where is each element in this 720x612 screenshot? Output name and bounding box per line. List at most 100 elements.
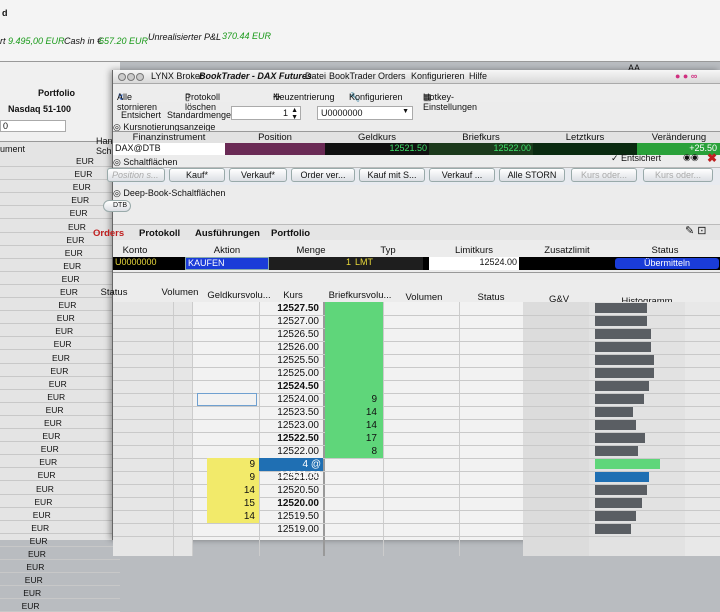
selected-cell[interactable] [197, 393, 257, 406]
bg-list-row[interactable] [0, 586, 120, 600]
buy-button[interactable]: Kauf* [169, 168, 225, 182]
price-cell[interactable]: 12523.50 [259, 407, 319, 418]
bg-currency-cell: EUR [52, 352, 70, 363]
bg-list-row[interactable] [0, 534, 120, 547]
quote-header-ask: Briefkurs [462, 132, 500, 143]
cash-value: 657.20 EUR [99, 36, 149, 46]
ask-volume-value: 14 [365, 407, 377, 418]
price-cell[interactable]: 12519.00 [259, 524, 319, 535]
sell-with-stop-button[interactable]: Verkauf ... [429, 168, 495, 182]
bg-currency-cell: EUR [69, 208, 88, 219]
buy-with-stop-button[interactable]: Kauf mit S... [359, 168, 425, 182]
bg-list-row[interactable] [0, 442, 120, 456]
default-qty-input[interactable]: 1 ▲ ▼ [231, 106, 301, 121]
window-controls[interactable] [117, 72, 147, 84]
price-cell[interactable]: 12520.00 [259, 498, 319, 509]
bg-list-row[interactable] [0, 547, 120, 560]
bg-nasdaq-label: Nasdaq 51-100 [8, 104, 72, 114]
price-or-button-2[interactable]: Kurs oder... [643, 168, 713, 182]
histogram-bar [595, 342, 651, 352]
bg-portfolio-tab[interactable]: Portfolio [38, 88, 75, 98]
tab-portfolio[interactable]: Portfolio [271, 228, 310, 239]
tab-protokoll[interactable]: Protokoll [139, 228, 180, 239]
bg-list-row[interactable] [0, 521, 120, 534]
price-cell[interactable]: 12522.00 [259, 446, 319, 457]
menu-hilfe[interactable]: Hilfe [469, 71, 487, 81]
pnl-label: Unrealisierter P&L [148, 32, 222, 42]
price-cell[interactable]: 12527.00 [259, 316, 319, 327]
price-cell[interactable]: 12524.50 [259, 381, 319, 392]
bg-list-row[interactable] [0, 259, 120, 272]
histogram-bar [595, 407, 633, 417]
order-qty[interactable]: 1 [269, 257, 353, 270]
edit-icon[interactable]: ✎ ⊡ [685, 224, 707, 237]
ask-volume-cell[interactable] [325, 328, 383, 341]
price-cell[interactable]: 12522.50 [259, 433, 319, 444]
histogram-bar [595, 498, 642, 508]
price-cell[interactable]: 12526.00 [259, 342, 319, 353]
bg-list-row[interactable] [0, 193, 120, 207]
price-or-button-1[interactable]: Kurs oder... [571, 168, 637, 182]
price-cell[interactable]: 12520.50 [259, 485, 319, 496]
bg-currency-cell: EUR [23, 588, 42, 599]
bg-currency-cell: EUR [24, 575, 43, 586]
bg-list-row[interactable] [0, 599, 120, 612]
price-cell[interactable]: 12526.50 [259, 329, 319, 340]
transmit-button[interactable]: Übermitteln [615, 258, 719, 269]
price-cell[interactable]: 12519.50 [259, 511, 319, 522]
ask-volume-cell[interactable] [325, 341, 383, 354]
account-select[interactable]: U0000000 ▼ [317, 106, 413, 120]
dtb-button[interactable]: DTB [103, 200, 131, 212]
bg-currency-cell: EUR [45, 404, 64, 415]
sell-button[interactable]: Verkauf* [229, 168, 287, 182]
ask-volume-cell[interactable] [325, 367, 383, 380]
price-cell[interactable]: 12523.00 [259, 420, 319, 431]
bg-list-row[interactable] [0, 468, 120, 482]
bg-list-row[interactable] [0, 167, 120, 181]
tab-ausfuehrungen[interactable]: Ausführungen [195, 228, 260, 239]
bg-list-row[interactable] [0, 573, 120, 587]
order-type[interactable]: LMT [353, 257, 423, 270]
menu-datei[interactable]: Datei [305, 71, 326, 81]
price-cell[interactable]: 12525.00 [259, 368, 319, 379]
position-size-field[interactable]: Position s... [107, 168, 165, 182]
bg-list-row[interactable] [0, 482, 120, 495]
ask-volume-cell[interactable] [325, 354, 383, 367]
bg-list-row[interactable] [0, 455, 120, 469]
price-cell[interactable]: 12524.00 [259, 394, 319, 405]
app-name: LYNX Broker [151, 71, 203, 81]
bg-list-row[interactable] [0, 508, 120, 521]
menu-konfigurieren[interactable]: Konfigurieren [411, 71, 465, 81]
order-extra[interactable] [521, 257, 613, 270]
price-cell[interactable]: 12525.50 [259, 355, 319, 366]
price-ladder[interactable]: 12527.50 12527.00 12526.50 12526.00 12525.50… [113, 302, 720, 556]
locked-checkbox[interactable]: ✓ Entsichert [611, 153, 661, 164]
ask-volume-cell[interactable] [325, 302, 383, 315]
tab-orders[interactable]: Orders [93, 228, 124, 239]
order-account: U0000000 [115, 257, 157, 267]
settings-icon[interactable]: ◉◉ [683, 152, 699, 163]
order-limit[interactable]: 12524.00 [429, 257, 519, 270]
bg-list-row[interactable] [0, 272, 120, 285]
ask-volume-cell[interactable] [325, 315, 383, 328]
current-bid-label: 4 @ 12521.50 [279, 459, 321, 481]
bg-list-row[interactable] [0, 560, 120, 574]
price-cell[interactable]: 12527.50 [259, 303, 319, 314]
bg-list-row[interactable] [0, 154, 120, 167]
quote-header-last: Letztkurs [565, 132, 605, 143]
bg-dropdown[interactable]: 0 [0, 120, 66, 132]
quote-header-bid: Geldkurs [357, 132, 396, 143]
order-modify-button[interactable]: Order ver... [291, 168, 355, 182]
bg-list-row[interactable] [0, 495, 120, 508]
menu-booktrader[interactable]: BookTrader [329, 71, 376, 81]
ask-volume-cell[interactable] [325, 380, 383, 393]
order-action[interactable]: KAUFEN [185, 257, 269, 270]
bg-list-row[interactable] [0, 180, 120, 194]
bg-list-row[interactable] [0, 206, 120, 220]
cancel-all-storn-button[interactable]: Alle STORN [499, 168, 565, 182]
close-icon[interactable]: ✖ [707, 151, 717, 165]
quote-instrument[interactable]: DAX@DTB [113, 143, 225, 155]
stepper-icon[interactable]: ▲ ▼ [291, 107, 298, 121]
book-header-status-bid: Status [100, 287, 128, 298]
menu-orders[interactable]: Orders [378, 71, 406, 81]
